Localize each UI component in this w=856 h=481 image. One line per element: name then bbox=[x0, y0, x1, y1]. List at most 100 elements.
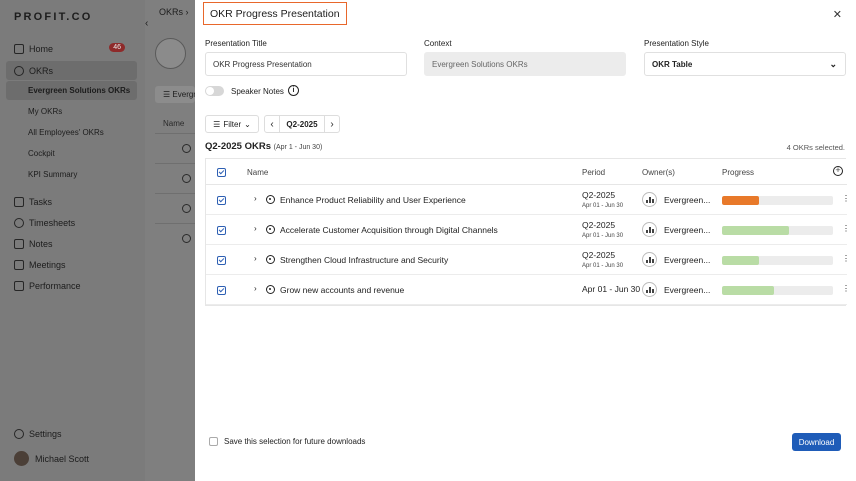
modal-title: OKR Progress Presentation bbox=[203, 2, 347, 25]
user-name: Michael Scott bbox=[35, 453, 90, 464]
table-row[interactable]: › Strengthen Cloud Infrastructure and Se… bbox=[206, 245, 850, 275]
owner-avatar-icon bbox=[642, 192, 657, 207]
okr-icon bbox=[14, 65, 24, 76]
meetings-icon bbox=[14, 259, 24, 270]
context-label: Context bbox=[424, 39, 452, 48]
okr-period: Q2-2025 Apr 01 - Jun 30 bbox=[582, 251, 623, 271]
chevron-left-icon[interactable]: ‹ bbox=[265, 119, 279, 130]
filter-pill[interactable]: ☰ Evergreen bbox=[155, 86, 195, 103]
sidebar-item-cockpit[interactable]: Cockpit bbox=[6, 144, 137, 163]
timesheets-icon bbox=[14, 217, 24, 228]
period-range: Apr 01 - Jun 30 bbox=[582, 203, 624, 209]
owner-name: Evergreen... bbox=[664, 195, 711, 205]
owner-name: Evergreen... bbox=[664, 285, 711, 295]
row-checkbox[interactable] bbox=[217, 286, 226, 295]
avatar bbox=[14, 451, 29, 466]
presentation-style-select[interactable]: OKR Table ⌄ bbox=[644, 52, 846, 76]
expand-chevron-icon[interactable]: › bbox=[254, 284, 257, 293]
more-icon[interactable]: ⋮ bbox=[842, 224, 850, 233]
user-profile[interactable]: Michael Scott bbox=[6, 449, 137, 468]
row-checkbox[interactable] bbox=[217, 226, 226, 235]
gear-icon bbox=[14, 428, 24, 439]
filter-icon: ☰ bbox=[213, 119, 221, 129]
okr-name[interactable]: Enhance Product Reliability and User Exp… bbox=[280, 195, 466, 205]
filter-button[interactable]: ☰ Filter ⌄ bbox=[205, 115, 259, 133]
target-icon bbox=[266, 285, 275, 294]
owner-name: Evergreen... bbox=[664, 225, 711, 235]
sidebar-item-label: Meetings bbox=[29, 259, 66, 270]
okr-table: Name Period Owner(s) Progress + › Enhanc… bbox=[205, 158, 850, 306]
target-icon bbox=[266, 255, 275, 264]
column-header-owner: Owner(s) bbox=[642, 168, 675, 177]
okr-name[interactable]: Accelerate Customer Acquisition through … bbox=[280, 225, 498, 235]
close-icon[interactable]: ✕ bbox=[833, 8, 842, 21]
presentation-title-input[interactable]: OKR Progress Presentation bbox=[205, 52, 407, 76]
save-selection-checkbox[interactable] bbox=[209, 437, 218, 446]
performance-icon bbox=[14, 280, 24, 291]
okr-name[interactable]: Grow new accounts and revenue bbox=[280, 285, 404, 295]
period-range: Apr 01 - Jun 30 bbox=[582, 233, 624, 239]
sidebar-item-meetings[interactable]: Meetings bbox=[6, 255, 137, 274]
presentation-style-label: Presentation Style bbox=[644, 39, 709, 48]
logo: PROFIT.CO bbox=[14, 11, 93, 23]
sidebar-item-tasks[interactable]: Tasks bbox=[6, 192, 137, 211]
expand-chevron-icon[interactable]: › bbox=[254, 194, 257, 203]
select-all-checkbox[interactable] bbox=[217, 168, 226, 177]
chevron-right-icon[interactable]: › bbox=[325, 119, 339, 130]
sidebar-item-settings[interactable]: Settings bbox=[6, 424, 137, 443]
table-row[interactable]: › Grow new accounts and revenue Apr 01 -… bbox=[206, 275, 850, 305]
expand-chevron-icon[interactable]: › bbox=[254, 224, 257, 233]
target-icon bbox=[182, 234, 191, 243]
row-checkbox[interactable] bbox=[217, 196, 226, 205]
sidebar-item-all-employees-okrs[interactable]: All Employees' OKRs bbox=[6, 123, 137, 142]
sidebar-item-performance[interactable]: Performance bbox=[6, 276, 137, 295]
bar-glyph bbox=[648, 227, 651, 233]
bar-glyph bbox=[651, 199, 654, 203]
chevron-down-icon: ⌄ bbox=[829, 59, 837, 69]
filter-pill-label: Evergreen bbox=[172, 90, 195, 99]
more-icon[interactable]: ⋮ bbox=[842, 194, 850, 203]
bar-glyph bbox=[648, 257, 651, 263]
table-row[interactable]: › Accelerate Customer Acquisition throug… bbox=[206, 215, 850, 245]
sidebar-item-home[interactable]: Home 46 bbox=[6, 39, 137, 58]
sidebar-item-label: Tasks bbox=[29, 196, 53, 207]
download-button[interactable]: Download bbox=[792, 433, 841, 451]
sidebar-item-label: Cockpit bbox=[28, 149, 55, 158]
owner-avatar-icon bbox=[642, 282, 657, 297]
row-divider bbox=[155, 223, 195, 224]
row-checkbox[interactable] bbox=[217, 256, 226, 265]
sidebar-item-evergreen-okrs[interactable]: Evergreen Solutions OKRs bbox=[6, 81, 137, 100]
target-icon bbox=[266, 225, 275, 234]
expand-chevron-icon[interactable]: › bbox=[254, 254, 257, 263]
period-navigator: ‹ Q2-2025 › bbox=[264, 115, 340, 133]
presentation-modal: OKR Progress Presentation ✕ Presentation… bbox=[195, 0, 856, 481]
sidebar-item-my-okrs[interactable]: My OKRs bbox=[6, 102, 137, 121]
more-icon[interactable]: ⋮ bbox=[842, 254, 850, 263]
bar-glyph bbox=[645, 290, 648, 293]
speaker-notes-toggle[interactable] bbox=[205, 86, 224, 96]
info-icon[interactable]: i bbox=[288, 85, 299, 96]
table-row[interactable]: › Enhance Product Reliability and User E… bbox=[206, 185, 850, 215]
add-column-icon[interactable]: + bbox=[833, 166, 843, 176]
section-range: (Apr 1 - Jun 30) bbox=[273, 144, 323, 151]
save-selection-option[interactable]: Save this selection for future downloads bbox=[209, 437, 365, 446]
okr-name[interactable]: Strengthen Cloud Infrastructure and Secu… bbox=[280, 255, 448, 265]
presentation-style-value: OKR Table bbox=[652, 59, 693, 69]
owner-name: Evergreen... bbox=[664, 255, 711, 265]
period-range: Apr 01 - Jun 30 bbox=[582, 263, 624, 269]
period-label[interactable]: Q2-2025 bbox=[279, 116, 325, 132]
bar-glyph bbox=[645, 230, 648, 233]
bar-glyph bbox=[648, 287, 651, 293]
more-icon[interactable]: ⋮ bbox=[842, 284, 850, 293]
sidebar-item-label: All Employees' OKRs bbox=[28, 128, 104, 137]
row-divider bbox=[155, 163, 195, 164]
save-selection-label: Save this selection for future downloads bbox=[224, 437, 366, 446]
sidebar-item-kpi-summary[interactable]: KPI Summary bbox=[6, 165, 137, 184]
collapse-sidebar-icon[interactable]: ‹ bbox=[145, 18, 148, 29]
selected-count: 4 OKRs selected. bbox=[786, 143, 845, 152]
sidebar-item-okrs[interactable]: OKRs bbox=[6, 61, 137, 80]
sidebar-item-notes[interactable]: Notes bbox=[6, 234, 137, 253]
bar-glyph bbox=[651, 229, 654, 233]
sidebar-item-timesheets[interactable]: Timesheets bbox=[6, 213, 137, 232]
bar-glyph bbox=[645, 260, 648, 263]
